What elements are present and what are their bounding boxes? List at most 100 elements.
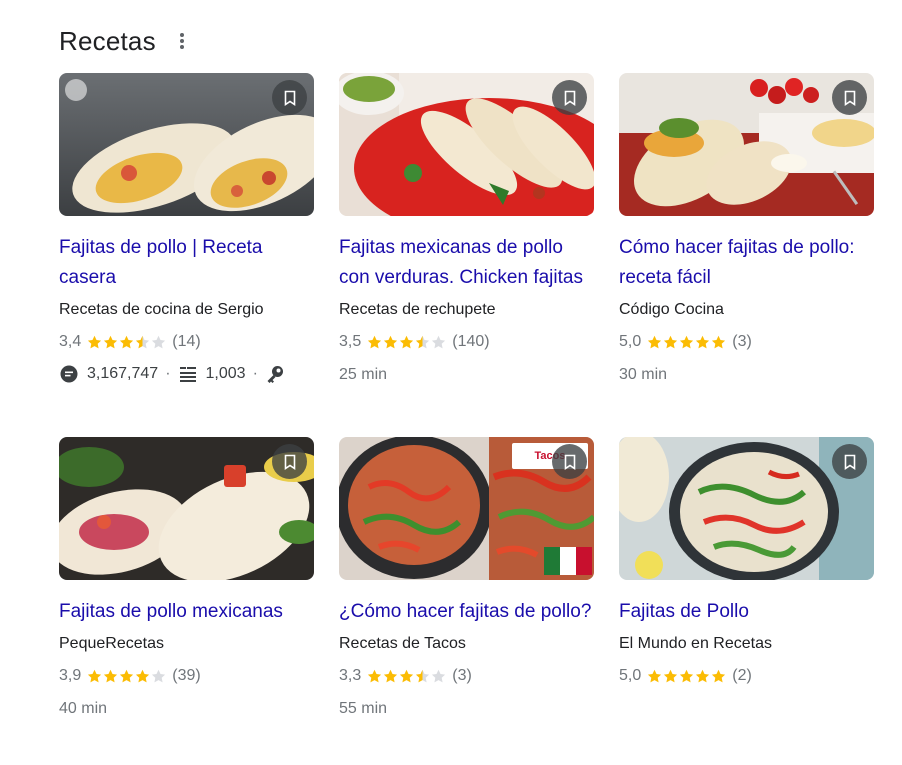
star-rating <box>647 669 727 684</box>
rating-count: (3) <box>732 333 752 350</box>
star-half-icon <box>416 669 430 682</box>
star-full-icon <box>368 669 382 682</box>
star-empty-icon <box>152 335 166 348</box>
rating-count: (3) <box>452 667 472 684</box>
recipe-thumbnail[interactable]: Tacos <box>339 437 594 580</box>
recipe-thumbnail[interactable] <box>339 73 594 216</box>
bookmark-button[interactable] <box>832 80 867 115</box>
recipe-source: Recetas de Tacos <box>339 635 466 652</box>
recipe-title-link[interactable]: Fajitas mexicanas de pollo con verduras.… <box>339 233 594 293</box>
recipe-title-link[interactable]: ¿Cómo hacer fajitas de pollo? <box>339 597 594 627</box>
star-full-icon <box>664 335 678 348</box>
cook-time: 55 min <box>339 700 388 717</box>
recipe-rating: 3,4 (14) <box>59 332 314 352</box>
section-title: Recetas <box>59 25 156 56</box>
star-rating <box>367 335 447 350</box>
recipe-rating: 3,9 (39) <box>59 666 314 686</box>
recipe-title-link[interactable]: Fajitas de pollo mexicanas <box>59 597 314 627</box>
recipe-card: Fajitas de pollo mexicanas PequeRecetas … <box>59 437 314 719</box>
bookmark-icon <box>564 454 575 470</box>
recipe-title-link[interactable]: Fajitas de pollo | Receta casera <box>59 233 314 293</box>
rating-count: (140) <box>452 333 490 350</box>
rating-value: 3,5 <box>339 333 362 350</box>
bookmark-icon <box>284 90 295 106</box>
bookmark-button[interactable] <box>832 444 867 479</box>
rating-count: (2) <box>732 667 752 684</box>
cook-time: 40 min <box>59 700 108 717</box>
recipe-rating: 3,3 (3) <box>339 666 594 686</box>
star-full-icon <box>680 335 694 348</box>
star-full-icon <box>384 335 398 348</box>
star-full-icon <box>696 335 710 348</box>
section-header: Recetas <box>59 24 186 58</box>
recipe-rating: 5,0 (3) <box>619 332 874 352</box>
recipe-card: Cómo hacer fajitas de pollo: receta fáci… <box>619 73 874 385</box>
cook-time: 30 min <box>619 366 668 383</box>
rating-value: 5,0 <box>619 667 642 684</box>
recipe-thumbnail[interactable] <box>59 437 314 580</box>
ingredients-list-icon <box>179 367 196 382</box>
star-rating <box>647 335 727 350</box>
bookmark-icon <box>844 90 855 106</box>
recipe-thumbnail[interactable] <box>619 73 874 216</box>
recipe-card: Fajitas de pollo | Receta casera Recetas… <box>59 73 314 384</box>
cook-time: 25 min <box>339 366 388 383</box>
star-full-icon <box>400 669 414 682</box>
recipe-card: Fajitas de Pollo El Mundo en Recetas 5,0… <box>619 437 874 686</box>
star-full-icon <box>120 669 134 682</box>
more-options-icon[interactable] <box>178 31 186 51</box>
bookmark-button[interactable] <box>272 80 307 115</box>
star-full-icon <box>368 335 382 348</box>
star-full-icon <box>104 335 118 348</box>
star-full-icon <box>648 669 662 682</box>
recipe-source: Código Cocina <box>619 301 724 318</box>
recipe-rating: 3,5 (140) <box>339 332 594 352</box>
recipe-stats: 3,167,747 · 1,003 · <box>59 364 314 384</box>
star-full-icon <box>712 335 726 348</box>
bookmark-icon <box>844 454 855 470</box>
ingredients-count: 1,003 <box>205 365 246 382</box>
bookmark-button[interactable] <box>272 444 307 479</box>
recipe-thumbnail[interactable] <box>619 437 874 580</box>
recipe-card: Tacos ¿Cómo hacer fajitas de pollo? Rece… <box>339 437 594 719</box>
star-rating <box>367 669 447 684</box>
star-full-icon <box>88 335 102 348</box>
bookmark-icon <box>284 454 295 470</box>
star-empty-icon <box>432 669 446 682</box>
star-full-icon <box>680 669 694 682</box>
rating-count: (39) <box>172 667 201 684</box>
star-full-icon <box>696 669 710 682</box>
recipe-rating: 5,0 (2) <box>619 666 874 686</box>
separator-dot: · <box>252 365 258 382</box>
star-full-icon <box>384 669 398 682</box>
recipe-source: El Mundo en Recetas <box>619 635 772 652</box>
comment-views-icon <box>60 365 78 383</box>
star-full-icon <box>88 669 102 682</box>
star-full-icon <box>104 669 118 682</box>
rating-value: 5,0 <box>619 333 642 350</box>
watermark-logo <box>65 79 87 101</box>
rating-value: 3,9 <box>59 667 82 684</box>
star-rating <box>87 335 167 350</box>
star-full-icon <box>136 669 150 682</box>
recipe-title-link[interactable]: Fajitas de Pollo <box>619 597 874 627</box>
bookmark-icon <box>564 90 575 106</box>
bookmark-button[interactable] <box>552 80 587 115</box>
recipe-card: Fajitas mexicanas de pollo con verduras.… <box>339 73 594 385</box>
rating-value: 3,4 <box>59 333 82 350</box>
star-full-icon <box>664 669 678 682</box>
star-half-icon <box>136 335 150 348</box>
recipe-source: PequeRecetas <box>59 635 164 652</box>
key-icon <box>267 366 283 383</box>
recipe-title-link[interactable]: Cómo hacer fajitas de pollo: receta fáci… <box>619 233 874 293</box>
recipe-thumbnail[interactable] <box>59 73 314 216</box>
star-full-icon <box>712 669 726 682</box>
star-full-icon <box>400 335 414 348</box>
star-rating <box>87 669 167 684</box>
bookmark-button[interactable] <box>552 444 587 479</box>
star-empty-icon <box>432 335 446 348</box>
separator-dot: · <box>165 365 171 382</box>
recipe-source: Recetas de rechupete <box>339 301 496 318</box>
rating-count: (14) <box>172 333 201 350</box>
views-count: 3,167,747 <box>87 365 159 382</box>
